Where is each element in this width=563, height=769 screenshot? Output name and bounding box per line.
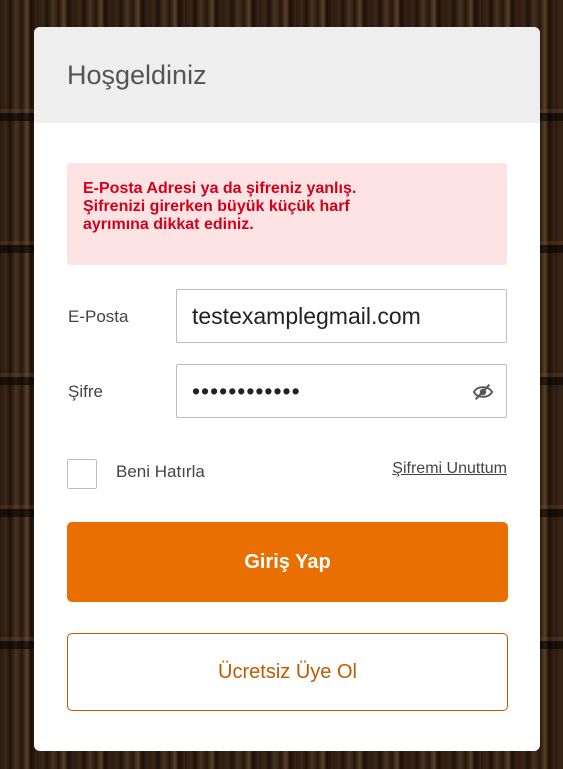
remember-me-checkbox[interactable] [67,459,97,489]
login-button[interactable]: Giriş Yap [67,522,508,602]
page-title: Hoşgeldiniz [67,59,207,90]
remember-me-label[interactable]: Beni Hatırla [116,462,205,482]
signup-button[interactable]: Ücretsiz Üye Ol [67,633,508,711]
password-field[interactable] [177,365,506,417]
forgot-password-link[interactable]: Şifremi Unuttum [392,460,507,478]
email-field[interactable] [177,290,506,342]
error-alert-line: ayrımına dikkat ediniz. [83,216,254,233]
error-alert-line: Şifrenizi girerken büyük küçük harf [83,198,350,215]
email-field-wrapper [176,289,507,343]
eye-slash-icon[interactable] [472,382,494,402]
error-alert-line: E-Posta Adresi ya da şifreniz yanlış. [83,180,357,197]
card-header: Hoşgeldiniz [34,27,540,123]
password-label: Şifre [68,382,103,401]
password-field-wrapper [176,364,507,418]
email-label: E-Posta [68,307,129,326]
login-card: Hoşgeldiniz E-Posta Adresi ya da şifreni… [34,27,540,751]
error-alert: E-Posta Adresi ya da şifreniz yanlış. Şi… [67,163,507,265]
